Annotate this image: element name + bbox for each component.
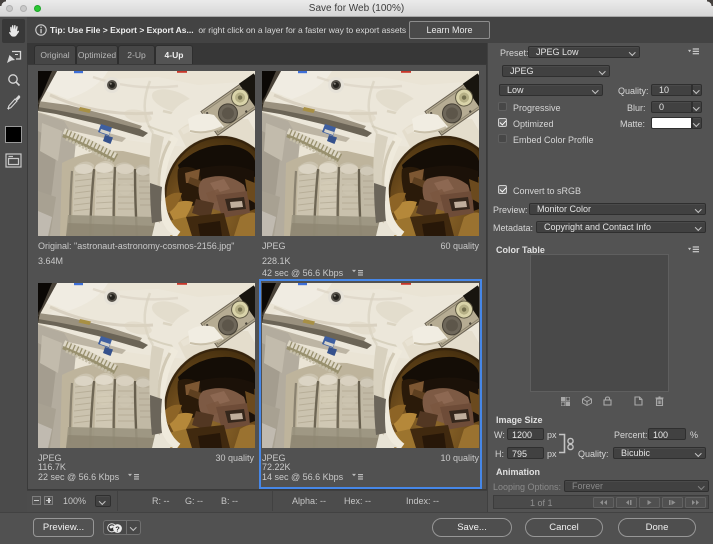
svg-text:?: ? <box>115 524 120 533</box>
